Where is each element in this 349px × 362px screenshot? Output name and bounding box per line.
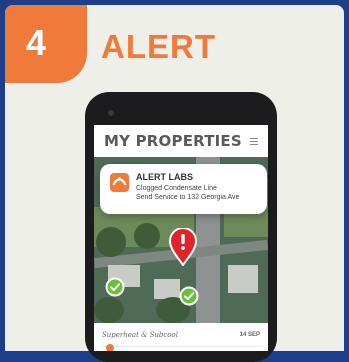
app-header: MY PROPERTIES [94,125,268,157]
map-tree [94,297,124,323]
report-status-dot [106,344,114,351]
map-house [228,265,258,293]
phone-camera [108,110,114,116]
step-badge: 4 [5,5,87,83]
report-divider [102,346,260,347]
report-title: Superheat & Subcool [102,331,178,339]
notification-app-name: ALERT LABS [136,172,193,182]
check-pin-icon[interactable] [105,277,125,297]
step-title: ALERT [101,28,216,65]
push-notification[interactable]: ALERT LABS Clogged Condensate Line Send … [100,164,267,214]
notification-line-2: Send Service to 132 Georgia Ave [136,194,240,201]
report-date: 14 SEP [239,332,260,338]
report-row[interactable]: Superheat & Subcool 14 SEP [94,323,268,351]
app-title: MY PROPERTIES [104,132,242,150]
map-tree [96,227,126,257]
alert-labs-logo-icon [110,173,129,192]
notification-line-1: Clogged Condensate Line [136,185,217,192]
map-tree [134,223,160,249]
map-house [154,279,180,299]
alert-pin-icon[interactable] [169,228,197,266]
menu-icon[interactable] [250,138,258,145]
check-pin-icon[interactable] [179,286,199,306]
step-number: 4 [26,22,47,63]
